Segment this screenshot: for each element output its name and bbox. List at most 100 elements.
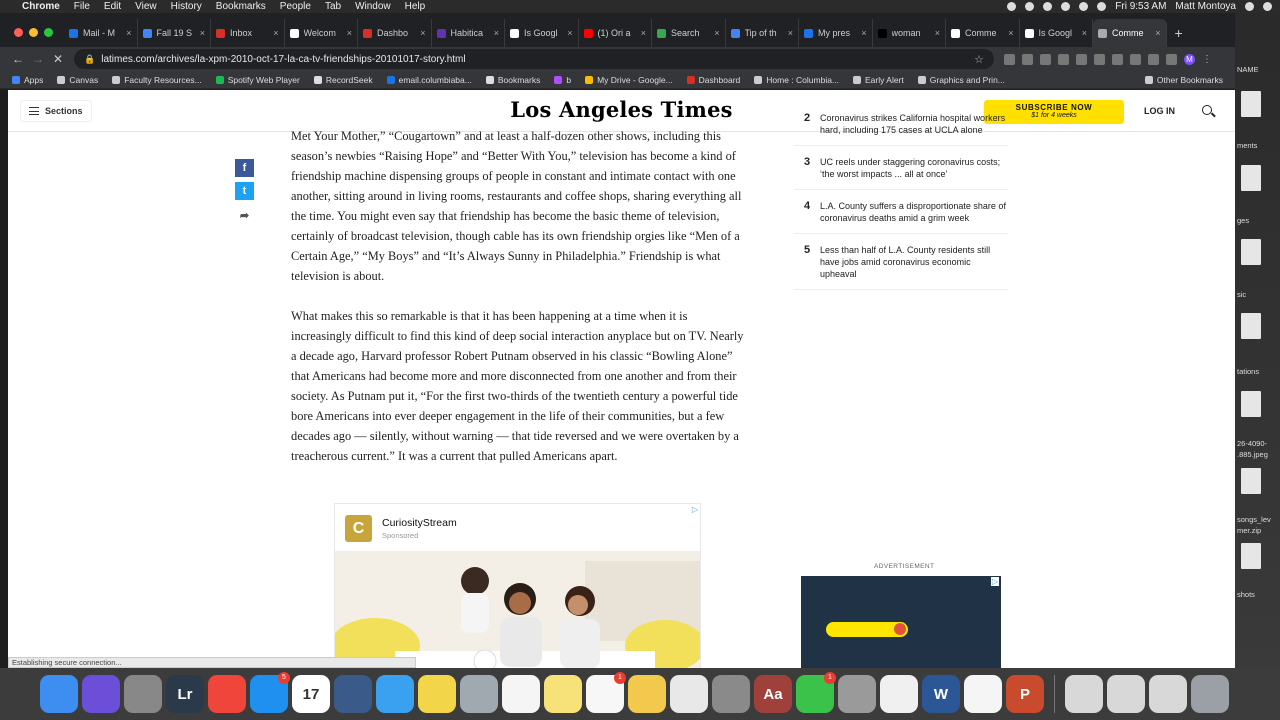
back-icon[interactable]: ← (8, 52, 28, 66)
menu-help[interactable]: Help (405, 1, 426, 12)
forward-icon[interactable]: → (28, 52, 48, 66)
desktop-file-label[interactable]: .885.jpeg (1237, 450, 1268, 459)
extension-icon[interactable] (1112, 53, 1123, 65)
file-icon[interactable] (1241, 468, 1261, 494)
extension-icon[interactable] (1148, 53, 1159, 65)
safari-icon[interactable] (376, 675, 414, 713)
news-icon[interactable] (208, 675, 246, 713)
bookmark-item[interactable]: Canvas (57, 75, 98, 85)
notes-icon[interactable] (544, 675, 582, 713)
menu-tab[interactable]: Tab (325, 1, 341, 12)
browser-tab[interactable]: Is Googl × (1020, 19, 1093, 47)
tab-close-icon[interactable]: × (1082, 28, 1087, 38)
quicktime-icon[interactable] (334, 675, 372, 713)
bookmark-item[interactable]: Early Alert (853, 75, 904, 85)
volume-icon[interactable] (1079, 2, 1089, 11)
textedit-icon[interactable] (502, 675, 540, 713)
menu-edit[interactable]: Edit (104, 1, 121, 12)
siri-icon[interactable] (82, 675, 120, 713)
extension-icon[interactable] (1040, 53, 1051, 65)
itunes-icon[interactable] (964, 675, 1002, 713)
maximize-window-button[interactable] (44, 28, 53, 37)
desktop-file-label[interactable]: mer.zip (1237, 526, 1261, 535)
tab-close-icon[interactable]: × (935, 28, 940, 38)
tab-close-icon[interactable]: × (273, 28, 278, 38)
preview-icon[interactable] (460, 675, 498, 713)
file-icon[interactable] (1241, 165, 1261, 191)
photos-icon[interactable] (880, 675, 918, 713)
bookmark-item[interactable]: Faculty Resources... (112, 75, 202, 85)
tab-close-icon[interactable]: × (714, 28, 719, 38)
menu-file[interactable]: File (74, 1, 90, 12)
sponsored-ad-card[interactable]: C CuriosityStream Sponsored ▷ (334, 503, 701, 668)
stickies-icon[interactable] (418, 675, 456, 713)
documents-stack-icon[interactable] (1107, 675, 1145, 713)
bookmark-item[interactable]: My Drive - Google... (585, 75, 673, 85)
desktop-file-label[interactable]: shots (1237, 590, 1255, 599)
menu-bookmarks[interactable]: Bookmarks (216, 1, 266, 12)
file-icon[interactable] (1241, 239, 1261, 265)
menu-user[interactable]: Matt Montoya (1175, 1, 1236, 12)
bookmark-star-icon[interactable]: ☆ (974, 53, 984, 66)
desktop-file-label[interactable]: tations (1237, 367, 1259, 376)
facetime-icon[interactable]: 1 (796, 672, 836, 713)
menu-app-name[interactable]: Chrome (22, 1, 60, 12)
headline-link[interactable]: UC reels under staggering coronavirus co… (820, 156, 1008, 180)
adchoices-icon[interactable]: ▷ (990, 577, 999, 586)
bookmark-item[interactable]: Spotify Web Player (215, 75, 300, 85)
browser-tab[interactable]: Is Googl × (505, 19, 579, 47)
file-icon[interactable] (1241, 391, 1261, 417)
bookmark-item[interactable]: Bookmarks (485, 75, 540, 85)
twitter-share-icon[interactable]: t (235, 182, 254, 200)
finder-icon[interactable] (40, 675, 78, 713)
desktop-file-label[interactable]: songs_lev (1237, 515, 1271, 524)
browser-tab[interactable]: Search × (652, 19, 726, 47)
browser-tab[interactable]: Habitica × (432, 19, 505, 47)
extension-icon[interactable] (1004, 53, 1015, 65)
browser-tab[interactable]: Comme × (1093, 19, 1167, 47)
tab-close-icon[interactable]: × (420, 28, 425, 38)
script-editor-icon[interactable] (628, 675, 666, 713)
sidebar-ad[interactable]: ▷ (801, 576, 1001, 668)
status-icon[interactable] (1043, 2, 1053, 11)
app-store-icon[interactable]: 5 (250, 672, 290, 713)
reminders-icon[interactable]: 1 (586, 672, 626, 713)
powerpoint-icon[interactable]: P (1006, 675, 1044, 713)
tab-close-icon[interactable]: × (126, 28, 131, 38)
bookmark-item[interactable]: Home : Columbia... (754, 75, 839, 85)
facebook-share-icon[interactable]: f (235, 159, 254, 177)
file-icon[interactable] (1241, 543, 1261, 569)
tab-close-icon[interactable]: × (1155, 28, 1160, 38)
bookmark-item[interactable]: RecordSeek (313, 75, 373, 85)
other-bookmarks[interactable]: Other Bookmarks (1144, 75, 1223, 85)
headline-link[interactable]: Coronavirus strikes California hospital … (820, 112, 1008, 136)
minimize-window-button[interactable] (29, 28, 38, 37)
tab-close-icon[interactable]: × (788, 28, 793, 38)
browser-tab[interactable]: Tip of th × (726, 19, 799, 47)
desktop-file-label[interactable]: ments (1237, 141, 1257, 150)
tab-close-icon[interactable]: × (200, 28, 205, 38)
browser-tab[interactable]: Fall 19 S × (138, 19, 211, 47)
system-preferences-icon[interactable] (712, 675, 750, 713)
word-icon[interactable]: W (922, 675, 960, 713)
status-icon[interactable] (1025, 2, 1035, 11)
desktop-file-label[interactable]: ges (1237, 216, 1249, 225)
extension-icon[interactable] (1094, 53, 1105, 65)
menu-view[interactable]: View (135, 1, 157, 12)
stop-loading-icon[interactable]: ✕ (48, 52, 68, 66)
adchoices-icon[interactable]: ▷ (692, 505, 698, 514)
extension-icon[interactable] (1130, 53, 1141, 65)
search-icon[interactable] (1245, 2, 1254, 11)
browser-tab[interactable]: Welcom × (285, 19, 358, 47)
browser-tab[interactable]: Mail - M × (64, 19, 138, 47)
bookmark-item[interactable]: email.columbiaba... (386, 75, 472, 85)
extension-icon[interactable] (1076, 53, 1087, 65)
ad-image[interactable] (335, 551, 700, 668)
most-read-item[interactable]: 4 L.A. County suffers a disproportionate … (794, 190, 1008, 234)
screen-recording-icon[interactable] (1149, 675, 1187, 713)
extension-icon[interactable] (1058, 53, 1069, 65)
new-tab-button[interactable]: + (1175, 25, 1183, 41)
calculator-icon[interactable] (838, 675, 876, 713)
profile-avatar[interactable]: M (1184, 53, 1195, 65)
tab-close-icon[interactable]: × (1008, 28, 1013, 38)
